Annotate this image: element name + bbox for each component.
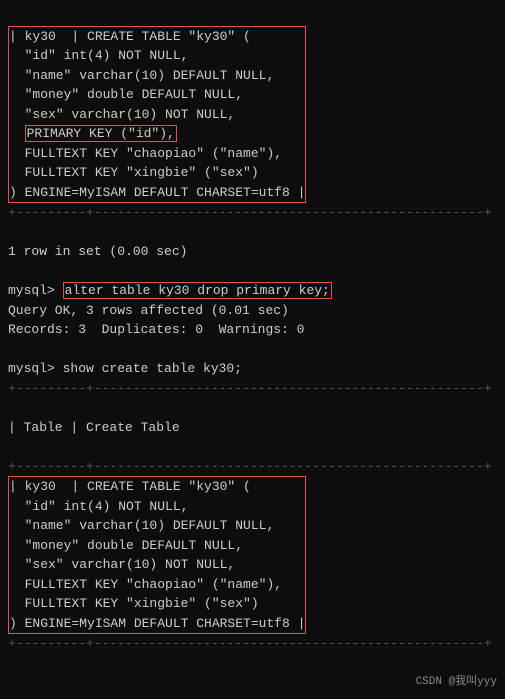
block1-wrapper: | ky30 | CREATE TABLE "ky30" ( "id" int(… [8, 185, 306, 200]
line-1: | ky30 | CREATE TABLE "ky30" ( "id" int(… [8, 26, 497, 654]
create-table-block-1: | ky30 | CREATE TABLE "ky30" ( "id" int(… [8, 26, 306, 204]
create-table-block-2: | ky30 | CREATE TABLE "ky30" ( "id" int(… [8, 476, 306, 634]
separator-2: +---------+-----------------------------… [8, 381, 492, 396]
blank-line-2 [8, 264, 16, 279]
table-header: | Table | Create Table [8, 420, 180, 435]
separator-4: +---------+-----------------------------… [8, 636, 492, 651]
separator-top: +---------+-----------------------------… [8, 205, 492, 220]
records-line: Records: 3 Duplicates: 0 Warnings: 0 [8, 322, 304, 337]
terminal: | ky30 | CREATE TABLE "ky30" ( "id" int(… [0, 0, 505, 699]
blank-line [8, 225, 16, 240]
query-ok: Query OK, 3 rows affected (0.01 sec) [8, 303, 289, 318]
alter-cmd-highlight: alter table ky30 drop primary key; [63, 282, 332, 299]
blank-line-5 [8, 439, 16, 454]
prompt-alter: mysql> alter table ky30 drop primary key… [8, 282, 332, 299]
prompt-show: mysql> show create table ky30; [8, 361, 242, 376]
blank-line-3 [8, 342, 16, 357]
separator-3: +---------+-----------------------------… [8, 459, 492, 474]
block2-wrapper: | ky30 | CREATE TABLE "ky30" ( "id" int(… [8, 616, 306, 631]
blank-line-4 [8, 400, 16, 415]
primary-key-highlight: PRIMARY KEY ("id"), [25, 125, 177, 142]
row-result: 1 row in set (0.00 sec) [8, 244, 187, 259]
watermark: CSDN @我叫yyy [416, 674, 497, 691]
